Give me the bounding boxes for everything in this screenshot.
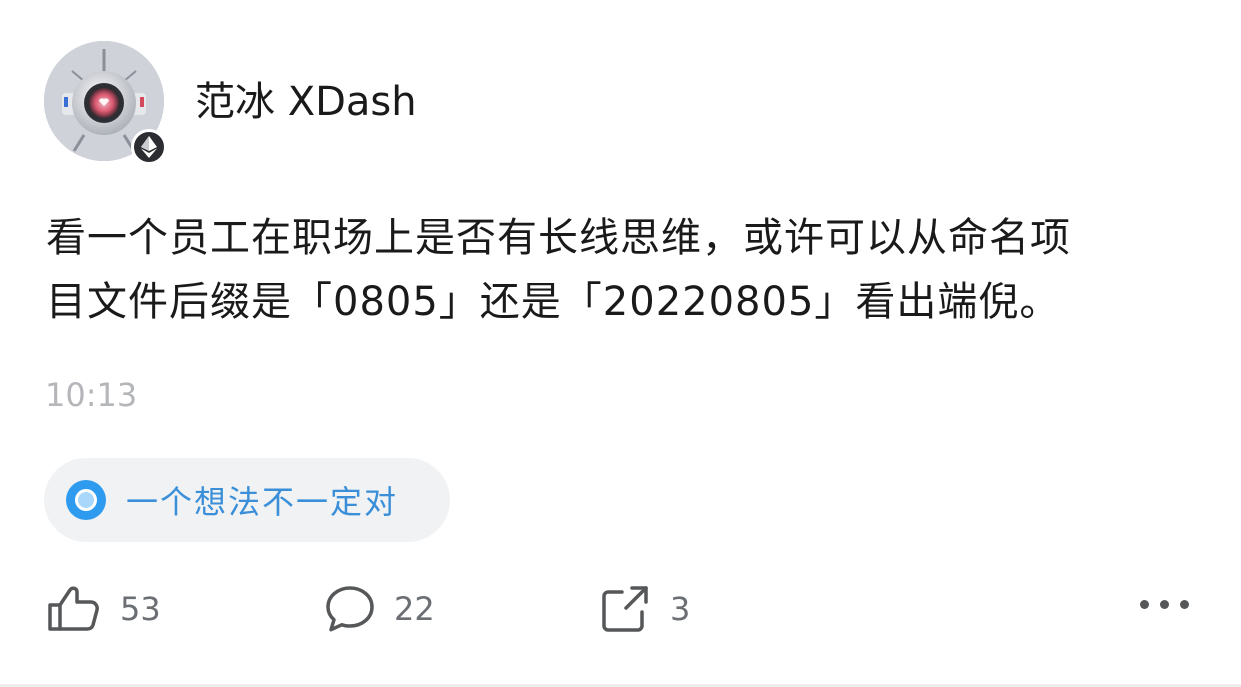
post-timestamp: 10:13 bbox=[45, 376, 138, 414]
topic-label: 一个想法不一定对 bbox=[126, 483, 399, 521]
more-dot-icon bbox=[1180, 600, 1189, 609]
comment-bubble-icon bbox=[326, 586, 374, 632]
post-text-line: 目文件后缀是「0805」还是「20220805」看出端倪。 bbox=[46, 279, 1061, 325]
like-count: 53 bbox=[120, 590, 161, 628]
topic-circle-icon bbox=[66, 480, 106, 520]
more-dot-icon bbox=[1140, 600, 1149, 609]
post-text-line: 看一个员工在职场上是否有长线思维，或许可以从命名项 bbox=[46, 215, 1071, 261]
ethereum-icon bbox=[141, 136, 157, 158]
share-icon bbox=[602, 586, 648, 632]
comment-count: 22 bbox=[394, 590, 435, 628]
thumbs-up-icon bbox=[48, 586, 99, 631]
more-options-button[interactable] bbox=[1140, 600, 1189, 609]
post-card: 范冰 XDash 看一个员工在职场上是否有长线思维，或许可以从命名项 目文件后缀… bbox=[0, 0, 1241, 687]
author-name[interactable]: 范冰 XDash bbox=[195, 78, 417, 126]
comment-button[interactable]: 22 bbox=[324, 583, 435, 635]
ethereum-badge bbox=[131, 129, 167, 165]
topic-chip[interactable]: 一个想法不一定对 bbox=[44, 458, 450, 542]
share-button[interactable]: 3 bbox=[600, 583, 690, 635]
share-count: 3 bbox=[670, 590, 691, 628]
more-dot-icon bbox=[1160, 600, 1169, 609]
post-content: 看一个员工在职场上是否有长线思维，或许可以从命名项 目文件后缀是「0805」还是… bbox=[46, 206, 1196, 334]
like-button[interactable]: 53 bbox=[46, 583, 161, 635]
